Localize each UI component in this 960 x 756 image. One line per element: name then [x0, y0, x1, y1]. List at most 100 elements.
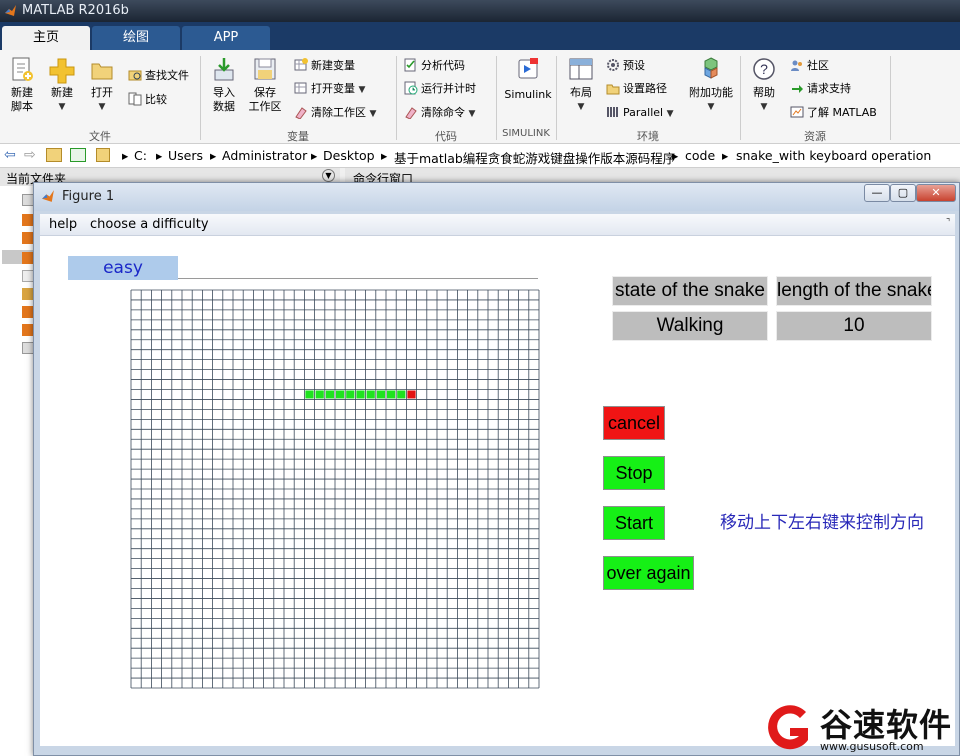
state-value: Walking: [612, 311, 768, 341]
simulink-label: Simulink: [504, 88, 552, 101]
community-button[interactable]: 社区: [790, 58, 829, 76]
stop-button[interactable]: Stop: [603, 456, 665, 490]
analyze-code-button[interactable]: 分析代码: [404, 58, 465, 76]
learn-matlab-label: 了解 MATLAB: [807, 106, 877, 119]
breadcrumb-drive[interactable]: C:: [134, 148, 147, 163]
breadcrumb-administrator[interactable]: Administrator: [222, 148, 307, 163]
request-support-button[interactable]: 请求支持: [790, 81, 851, 99]
matlab-title-bar: MATLAB R2016b: [0, 0, 960, 22]
new-variable-button[interactable]: 新建变量: [294, 58, 355, 76]
snake-body-segment: [305, 390, 314, 399]
new-variable-icon: [294, 58, 308, 71]
simulink-group-label: SIMULINK: [502, 128, 550, 139]
resources-group-label: 资源: [804, 130, 826, 143]
breadcrumb-users[interactable]: Users: [168, 148, 203, 163]
length-header: length of the snake: [776, 276, 932, 306]
watermark-logo-icon: [768, 705, 808, 750]
open-variable-button[interactable]: 打开变量 ▼: [294, 81, 365, 99]
start-button[interactable]: Start: [603, 506, 665, 540]
figure-menu-bar: help choose a difficulty ⌝: [40, 214, 955, 236]
snake-body-segment: [325, 390, 334, 399]
up-folder-icon[interactable]: [46, 148, 62, 162]
run-and-time-button[interactable]: 运行并计时: [404, 81, 476, 99]
file-group-label: 文件: [89, 130, 111, 143]
browse-folder-icon[interactable]: [70, 148, 86, 162]
new-script-button[interactable]: 新建 脚本: [4, 56, 40, 114]
figure-canvas: easy state of the snake length of the sn…: [40, 236, 955, 746]
menu-help[interactable]: help: [49, 217, 77, 232]
maximize-button[interactable]: ▢: [890, 184, 916, 202]
clear-commands-label: 清除命令: [421, 106, 465, 119]
snake-body-segment: [346, 390, 355, 399]
tab-home[interactable]: 主页: [2, 26, 90, 50]
difficulty-label[interactable]: easy: [68, 256, 178, 280]
save-workspace-button[interactable]: 保存 工作区: [244, 56, 286, 114]
breadcrumb-project[interactable]: 基于matlab编程贪食蛇游戏键盘操作版本源码程序: [394, 148, 675, 167]
snake-body-segment: [397, 390, 406, 399]
open-label: 打开: [91, 86, 113, 99]
open-button[interactable]: 打开 ▼: [84, 56, 120, 114]
help-button[interactable]: ? 帮助 ▼: [746, 56, 782, 114]
gear-icon: [607, 59, 619, 71]
find-files-label: 查找文件: [145, 69, 189, 82]
tab-plots[interactable]: 绘图: [92, 26, 180, 50]
import-data-button[interactable]: 导入 数据: [206, 56, 242, 114]
back-arrow-icon[interactable]: ⇦: [4, 147, 16, 163]
run-and-time-label: 运行并计时: [421, 82, 476, 95]
breadcrumb-code[interactable]: code: [685, 148, 715, 163]
clear-workspace-button[interactable]: 清除工作区 ▼: [294, 105, 376, 123]
difficulty-underline: [178, 278, 538, 279]
new-label: 新建: [51, 86, 73, 99]
over-again-button[interactable]: over again: [603, 556, 694, 590]
snake-body-segment: [356, 390, 365, 399]
new-button[interactable]: 新建 ▼: [44, 56, 80, 114]
path-separator: ▸: [122, 148, 129, 163]
set-path-label: 设置路径: [623, 82, 667, 95]
clear-commands-button[interactable]: 清除命令 ▼: [404, 105, 475, 123]
watermark-url: www.gususoft.com: [820, 740, 924, 753]
new-script-icon: [12, 57, 33, 81]
simulink-button[interactable]: Simulink: [500, 56, 556, 102]
breadcrumb-desktop[interactable]: Desktop: [323, 148, 375, 163]
snake: [305, 390, 416, 399]
path-separator: ▸: [381, 148, 388, 163]
folder-open-icon: [91, 63, 113, 80]
folder-icon: [96, 148, 110, 162]
compare-label: 比较: [145, 93, 167, 106]
app-title: MATLAB R2016b: [22, 3, 129, 18]
preferences-button[interactable]: 预设: [606, 58, 645, 76]
breadcrumb-snake-folder[interactable]: snake_with keyboard operation: [736, 148, 931, 163]
compare-button[interactable]: 比较: [128, 92, 167, 110]
ribbon-toolbar: 新建 脚本 新建 ▼ 打开 ▼ 查找文件 比较 文件 导入 数据 保存 工作区 …: [0, 50, 960, 144]
parallel-button[interactable]: Parallel ▼: [606, 105, 674, 123]
minimize-button[interactable]: —: [864, 184, 890, 202]
new-dropdown-arrow: ▼: [58, 102, 66, 112]
cancel-button[interactable]: cancel: [603, 406, 665, 440]
set-path-button[interactable]: 设置路径: [606, 81, 667, 99]
control-hint-text: 移动上下左右键来控制方向: [720, 513, 924, 533]
code-group-label: 代码: [435, 130, 457, 143]
layout-button[interactable]: 布局 ▼: [562, 56, 600, 114]
new-plus-icon: [49, 58, 75, 84]
add-ons-button[interactable]: 附加功能 ▼: [686, 56, 736, 114]
menu-overflow-icon[interactable]: ⌝: [946, 218, 950, 228]
request-support-label: 请求支持: [807, 82, 851, 95]
pane-menu-icon[interactable]: ▼: [322, 169, 335, 182]
close-button[interactable]: ✕: [916, 184, 956, 202]
figure-title-bar: Figure 1 — ▢ ✕: [34, 183, 959, 211]
community-label: 社区: [807, 59, 829, 72]
open-dropdown-arrow: ▼: [98, 102, 106, 112]
learn-matlab-icon: [790, 106, 804, 118]
forward-arrow-icon[interactable]: ⇨: [24, 147, 36, 163]
simulink-icon: [518, 58, 538, 79]
learn-matlab-button[interactable]: 了解 MATLAB: [790, 105, 877, 123]
help-label: 帮助: [753, 86, 775, 99]
menu-choose-difficulty[interactable]: choose a difficulty: [90, 217, 209, 232]
find-files-button[interactable]: 查找文件: [128, 68, 189, 86]
snake-body-segment: [366, 390, 375, 399]
ribbon-tab-strip: 主页 绘图 APP: [0, 22, 960, 50]
community-icon: [791, 60, 802, 71]
open-variable-icon: [294, 82, 307, 94]
tab-apps[interactable]: APP: [182, 26, 270, 50]
new-script-label-1: 新建: [11, 86, 33, 99]
